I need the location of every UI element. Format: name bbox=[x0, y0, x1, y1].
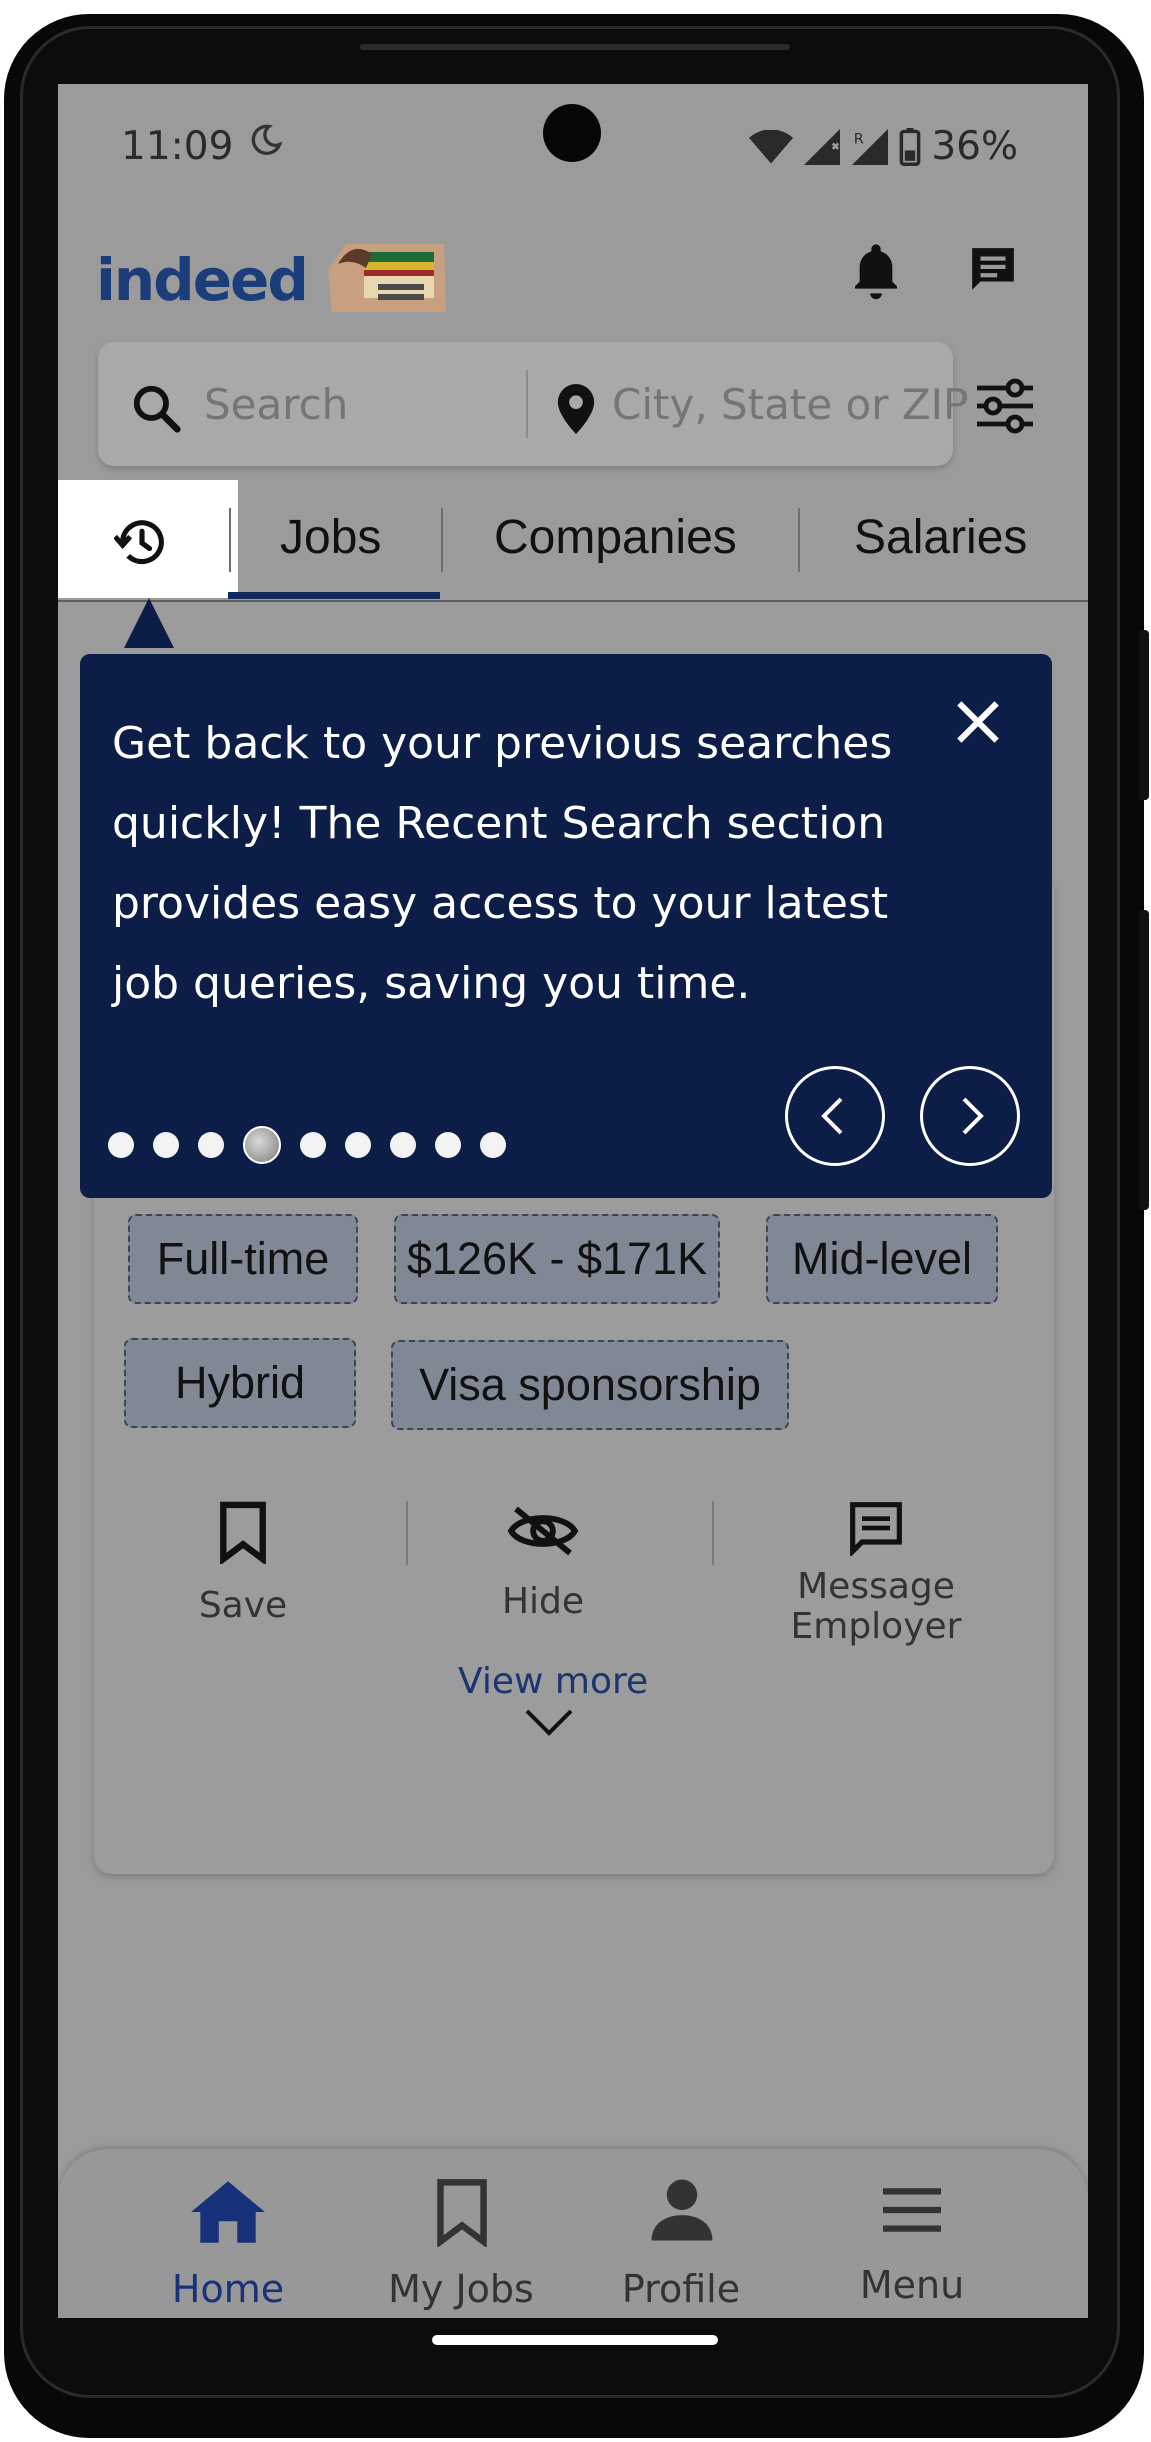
tab-recent-searches[interactable] bbox=[58, 480, 238, 598]
close-icon[interactable] bbox=[950, 694, 1006, 750]
location-input[interactable]: City, State or ZIP bbox=[612, 380, 968, 429]
view-more-link[interactable]: View more bbox=[458, 1661, 648, 1702]
message-employer-button[interactable]: Message Employer bbox=[776, 1500, 976, 1647]
gesture-handle[interactable] bbox=[432, 2335, 718, 2345]
status-time: 11:09 bbox=[121, 124, 234, 169]
history-icon bbox=[114, 520, 164, 565]
nav-my-jobs[interactable]: My Jobs bbox=[371, 2149, 551, 2318]
battery-percent: 36% bbox=[931, 124, 1018, 169]
step-dot bbox=[108, 1132, 134, 1158]
wifi-icon bbox=[749, 129, 794, 163]
volume-button bbox=[1139, 910, 1149, 1210]
step-indicator bbox=[108, 1126, 525, 1164]
tag-visa: Visa sponsorship bbox=[391, 1340, 789, 1430]
chevron-right-icon bbox=[962, 1097, 984, 1135]
front-camera bbox=[543, 104, 601, 162]
bookmark-icon bbox=[437, 2179, 487, 2247]
phone-speaker bbox=[360, 44, 790, 50]
location-pin-icon bbox=[557, 384, 595, 434]
search-bar: Search City, State or ZIP bbox=[98, 342, 968, 466]
moon-icon bbox=[248, 122, 284, 167]
bell-icon[interactable] bbox=[848, 239, 904, 301]
tab-divider bbox=[229, 508, 231, 572]
promo-flag-icon[interactable] bbox=[324, 234, 450, 314]
previous-step-button[interactable] bbox=[785, 1066, 885, 1166]
tag-level: Mid-level bbox=[766, 1214, 998, 1304]
step-dot bbox=[435, 1132, 461, 1158]
search-divider bbox=[526, 370, 528, 438]
chat-icon[interactable] bbox=[968, 244, 1018, 294]
save-label: Save bbox=[198, 1585, 288, 1626]
nav-profile[interactable]: Profile bbox=[591, 2149, 771, 2318]
nav-menu[interactable]: Menu bbox=[822, 2149, 1002, 2318]
svg-text:R: R bbox=[854, 131, 864, 147]
save-button[interactable]: Save bbox=[188, 1500, 298, 1626]
nav-home-label: Home bbox=[171, 2267, 285, 2311]
action-divider bbox=[406, 1501, 408, 1565]
signal-icon bbox=[804, 128, 841, 165]
signal-roaming-icon: R bbox=[852, 128, 889, 165]
filter-sliders-icon[interactable] bbox=[975, 378, 1035, 434]
tooltip-text: Get back to your previous searches quick… bbox=[112, 718, 893, 1009]
nav-menu-label: Menu bbox=[859, 2263, 965, 2307]
battery-icon bbox=[899, 127, 921, 166]
screen: 11:09 R 36% indeed Search City, State or… bbox=[58, 84, 1088, 2318]
tab-jobs[interactable]: Jobs bbox=[280, 510, 381, 565]
bookmark-icon bbox=[220, 1501, 266, 1566]
tab-divider bbox=[441, 508, 443, 572]
nav-profile-label: Profile bbox=[621, 2267, 741, 2311]
step-dot bbox=[300, 1132, 326, 1158]
next-step-button[interactable] bbox=[920, 1066, 1020, 1166]
nav-my-jobs-label: My Jobs bbox=[388, 2267, 534, 2311]
onboarding-tooltip: Get back to your previous searches quick… bbox=[80, 654, 1052, 1198]
search-input[interactable]: Search bbox=[204, 380, 348, 429]
hide-label: Hide bbox=[501, 1581, 585, 1622]
message-label: Message Employer bbox=[790, 1566, 962, 1647]
message-icon bbox=[850, 1502, 902, 1558]
hamburger-menu-icon bbox=[883, 2188, 941, 2232]
tab-divider bbox=[798, 508, 800, 572]
status-icons: R 36% bbox=[749, 124, 1018, 169]
tab-salaries[interactable]: Salaries bbox=[854, 510, 1027, 565]
active-tab-indicator bbox=[228, 592, 440, 599]
tooltip-pointer bbox=[124, 598, 174, 648]
bottom-navigation: Home My Jobs Profile Menu bbox=[58, 2149, 1088, 2318]
eye-off-icon bbox=[507, 1506, 579, 1556]
step-dot bbox=[345, 1132, 371, 1158]
person-icon bbox=[651, 2179, 713, 2241]
step-dot bbox=[153, 1132, 179, 1158]
chevron-left-icon bbox=[821, 1097, 843, 1135]
chevron-down-icon[interactable] bbox=[524, 1708, 574, 1738]
search-icon bbox=[133, 385, 181, 433]
tab-companies[interactable]: Companies bbox=[494, 510, 737, 565]
nav-home[interactable]: Home bbox=[138, 2149, 318, 2318]
side-button bbox=[1139, 630, 1149, 800]
hide-button[interactable]: Hide bbox=[488, 1504, 598, 1622]
search-tabs: Jobs Companies Salaries bbox=[58, 480, 1088, 602]
tag-work-mode: Hybrid bbox=[124, 1338, 356, 1428]
indeed-logo[interactable]: indeed bbox=[96, 246, 309, 314]
tag-salary: $126K - $171K bbox=[394, 1214, 720, 1304]
action-divider bbox=[712, 1501, 714, 1565]
step-dot bbox=[198, 1132, 224, 1158]
step-dot bbox=[480, 1132, 506, 1158]
home-icon bbox=[191, 2181, 265, 2243]
step-dot-active bbox=[243, 1126, 281, 1164]
tag-job-type: Full-time bbox=[128, 1214, 358, 1304]
step-dot bbox=[390, 1132, 416, 1158]
